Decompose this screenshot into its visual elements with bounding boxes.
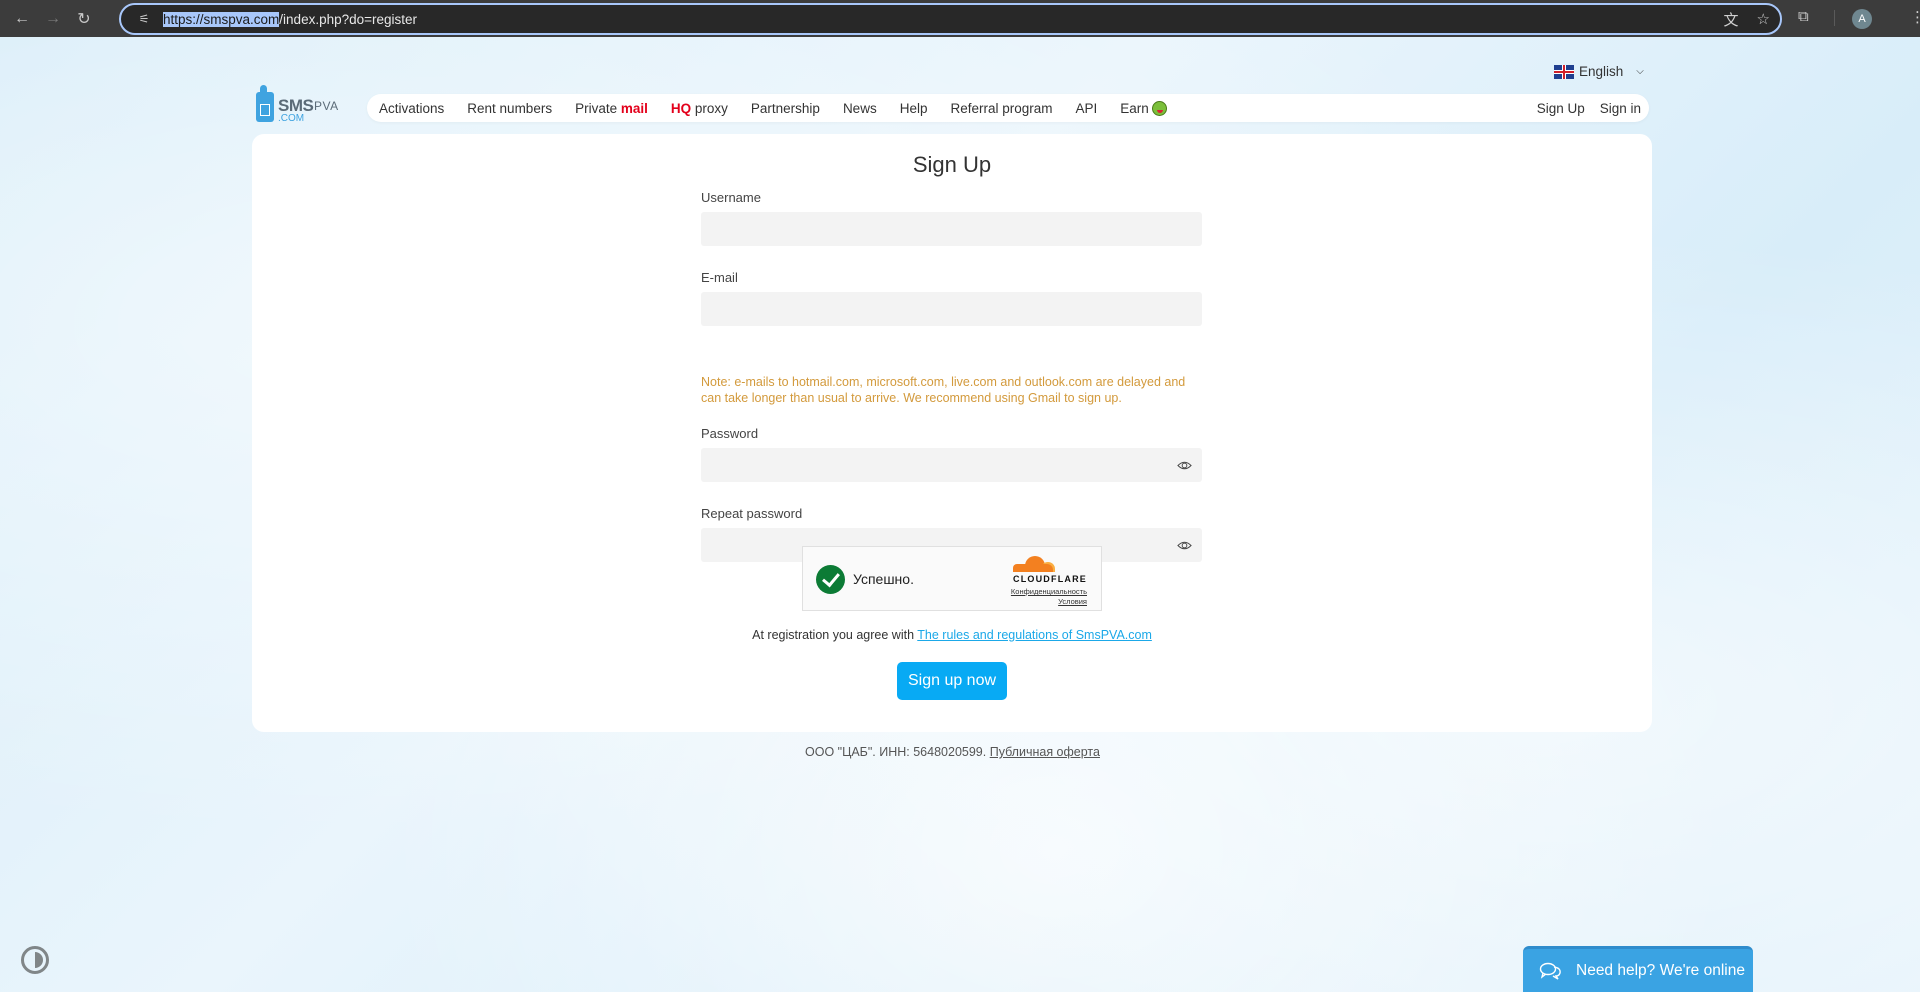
chat-bubbles-icon [1539, 962, 1561, 980]
url-text[interactable]: https://smspva.com/index.php?do=register [163, 11, 418, 27]
nav-hq-accent: HQ [670, 100, 692, 116]
address-bar[interactable]: ⚟ https://smspva.com/index.php?do=regist… [119, 3, 1782, 35]
forward-arrow-icon: → [45, 9, 61, 27]
nav-proxy-label: proxy [691, 100, 728, 116]
nav-mail-accent: mail [620, 100, 648, 116]
cloudflare-captcha[interactable]: Успешно. CLOUDFLARE Конфиденциальность У… [802, 546, 1102, 611]
nav-referral-program[interactable]: Referral program [950, 101, 1052, 116]
contrast-toggle-icon[interactable] [21, 946, 49, 974]
cloudflare-wordmark: CLOUDFLARE [1013, 574, 1087, 584]
eye-icon[interactable] [1177, 538, 1192, 553]
page: English ⌵ SMS PVA .COM Activations Rent … [0, 37, 1920, 992]
rules-link[interactable]: The rules and regulations of SmsPVA.com [917, 628, 1152, 642]
nav-sign-up[interactable]: Sign Up [1537, 101, 1585, 116]
translate-icon[interactable]: 文 [1724, 9, 1739, 30]
main-nav: Activations Rent numbers Private mail HQ… [367, 94, 1649, 122]
uk-flag-icon [1554, 64, 1574, 79]
phone-sim-icon [256, 85, 274, 122]
browser-menu-icon[interactable]: ⋮ [1910, 8, 1920, 26]
nav-news[interactable]: News [843, 101, 877, 116]
username-input[interactable] [701, 212, 1202, 246]
agreement-prefix: At registration you agree with [752, 628, 918, 642]
back-arrow-icon: ← [14, 9, 30, 27]
sign-up-now-button[interactable]: Sign up now [897, 662, 1007, 700]
password-label: Password [701, 426, 759, 441]
extensions-icon[interactable]: ⧉ [1798, 8, 1809, 25]
password-group: Password [701, 426, 1202, 482]
reload-button[interactable]: ↻ [70, 5, 98, 33]
eye-icon[interactable] [1177, 458, 1192, 473]
password-input[interactable] [701, 448, 1202, 482]
nav-api[interactable]: API [1076, 101, 1098, 116]
nav-earn-label: Earn [1120, 100, 1149, 116]
nav-help[interactable]: Help [900, 101, 928, 116]
username-label: Username [701, 190, 761, 205]
footer-company-text: ООО "ЦАБ". ИНН: 5648020599. [805, 745, 990, 759]
nav-private-label: Private [575, 100, 621, 116]
public-offer-link[interactable]: Публичная оферта [990, 745, 1100, 759]
back-button[interactable]: ← [8, 5, 36, 33]
agreement-text: At registration you agree with The rules… [252, 628, 1652, 642]
language-selector[interactable]: English ⌵ [1554, 64, 1644, 79]
nav-activations[interactable]: Activations [379, 101, 444, 116]
reload-icon: ↻ [77, 10, 91, 28]
repeat-password-label: Repeat password [701, 506, 803, 521]
nav-partnership[interactable]: Partnership [751, 101, 820, 116]
logo-com: .COM [278, 113, 305, 124]
bookmark-star-icon[interactable]: ☆ [1757, 10, 1770, 28]
email-input[interactable] [701, 292, 1202, 326]
chat-widget-button[interactable]: Need help? We're online [1523, 946, 1753, 992]
logo-pva: PVA [314, 99, 339, 113]
username-group: Username [701, 190, 1202, 246]
url-path: /index.php?do=register [279, 11, 418, 27]
captcha-privacy-link[interactable]: Конфиденциальность [1011, 587, 1087, 596]
site-settings-icon[interactable]: ⚟ [129, 12, 159, 26]
page-title: Sign Up [912, 152, 992, 177]
url-selected-part: https://smspva.com [163, 11, 280, 27]
browser-toolbar: ← → ↻ ⚟ https://smspva.com/index.php?do=… [0, 0, 1920, 37]
nav-rent-numbers[interactable]: Rent numbers [467, 101, 552, 116]
email-delay-note: Note: e-mails to hotmail.com, microsoft.… [701, 375, 1186, 405]
checkmark-success-icon [816, 565, 845, 594]
chat-widget-label: Need help? We're online [1576, 961, 1745, 979]
site-logo[interactable]: SMS PVA .COM [256, 84, 352, 126]
forward-button[interactable]: → [39, 5, 67, 33]
nav-sign-in[interactable]: Sign in [1600, 101, 1641, 116]
language-label: English [1579, 64, 1624, 79]
auth-links: Sign Up Sign in [1530, 101, 1649, 116]
toolbar-divider [1834, 10, 1835, 26]
signup-card: Sign Up Username E-mail Note: e-mails to… [252, 134, 1652, 732]
money-face-emoji-icon [1151, 100, 1167, 116]
chevron-down-icon: ⌵ [1636, 66, 1644, 77]
email-group: E-mail [701, 270, 1202, 326]
nav-private-mail[interactable]: Private mail [575, 101, 648, 116]
captcha-terms-link[interactable]: Условия [1058, 597, 1087, 606]
nav-hq-proxy[interactable]: HQ proxy [671, 101, 728, 116]
nav-earn[interactable]: Earn [1120, 100, 1167, 116]
profile-avatar[interactable]: A [1852, 9, 1872, 29]
cloudflare-cloud-icon [1013, 556, 1055, 572]
captcha-status: Успешно. [853, 571, 914, 587]
email-label: E-mail [701, 270, 738, 285]
